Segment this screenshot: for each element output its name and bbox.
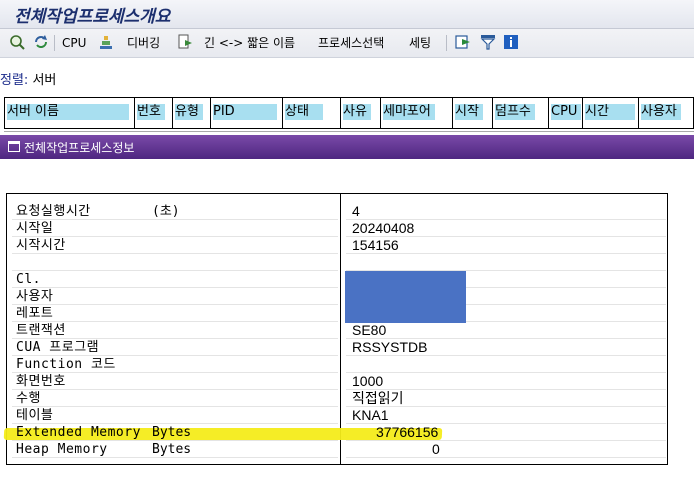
info-label: Extended Memory xyxy=(16,425,141,440)
info-label: CUA 프로그램 xyxy=(16,340,100,355)
popup-title: 전체작업프로세스정보 xyxy=(24,141,135,155)
settings-button[interactable]: 세팅 xyxy=(409,33,431,53)
popup-window-icon xyxy=(8,141,20,152)
column-header[interactable]: 시간 xyxy=(582,98,638,128)
sort-label: 정렬: xyxy=(0,73,29,88)
column-header[interactable]: CPU xyxy=(548,98,582,128)
column-header[interactable]: PID xyxy=(210,98,282,128)
info-label: Heap Memory xyxy=(16,442,108,457)
window-title: 전체작업프로세스개요 xyxy=(14,7,171,27)
process-select-button[interactable]: 프로세스선택 xyxy=(318,33,384,53)
column-header[interactable]: 상태 xyxy=(282,98,340,128)
popup-titlebar[interactable]: 전체작업프로세스정보 xyxy=(0,135,694,159)
column-header[interactable]: 시작 xyxy=(452,98,492,128)
info-label: 시작시간 xyxy=(16,238,66,253)
table-divider xyxy=(4,131,694,132)
sort-row: 정렬: 서버 xyxy=(0,69,56,88)
info-label: 수행 xyxy=(16,391,41,406)
info-value: KNA1 xyxy=(352,407,389,423)
toolbar-separator xyxy=(54,35,55,51)
toolbar: CPU 디버깅 긴 <-> 짧은 이름 프로세스선택 세팅 xyxy=(0,29,694,58)
column-header[interactable]: 번호 xyxy=(134,98,172,128)
info-label: 요청실행시간 xyxy=(16,204,91,219)
info-value: RSSYSTDB xyxy=(352,339,428,355)
info-label: Cl. xyxy=(16,272,41,287)
process-table-header: 서버 이름 번호 유형 PID 상태 사유 세마포어 시작 덤프수 CPU 시간… xyxy=(4,97,694,129)
info-box-divider xyxy=(340,193,341,465)
info-label: 시작일 xyxy=(16,221,54,236)
info-label: 사용자 xyxy=(16,289,54,304)
refresh-icon[interactable] xyxy=(9,34,25,50)
info-value: 20240408 xyxy=(352,220,415,236)
info-value: 154156 xyxy=(352,237,399,253)
info-label: 테이블 xyxy=(16,408,54,423)
info-label: 레포트 xyxy=(16,306,54,321)
toggle-names-button[interactable]: 긴 <-> 짧은 이름 xyxy=(204,33,295,53)
info-unit: (초) xyxy=(152,204,180,219)
info-value: 37766156 xyxy=(376,424,439,440)
info-icon[interactable] xyxy=(503,34,519,50)
info-value: 직접읽기 xyxy=(352,390,404,406)
column-header[interactable]: 유형 xyxy=(172,98,210,128)
info-unit: Bytes xyxy=(152,442,192,457)
filter-icon[interactable] xyxy=(480,34,496,50)
column-header[interactable]: 덤프수 xyxy=(492,98,548,128)
column-header[interactable]: 세마포어 xyxy=(380,98,452,128)
export-icon[interactable] xyxy=(455,34,471,50)
redacted-area xyxy=(345,271,466,323)
reload-icon[interactable] xyxy=(33,34,49,50)
column-header[interactable]: 사용자 xyxy=(638,98,694,128)
info-value: 0 xyxy=(432,441,440,457)
info-label: 트랜잭션 xyxy=(16,323,66,338)
column-header[interactable]: 서버 이름 xyxy=(4,98,134,128)
debug-button[interactable]: 디버깅 xyxy=(127,33,160,53)
info-value: SE80 xyxy=(352,322,387,338)
info-label: Function 코드 xyxy=(16,357,116,372)
info-unit: Bytes xyxy=(152,425,192,440)
cpu-button[interactable]: CPU xyxy=(62,33,86,53)
column-header[interactable]: 사유 xyxy=(340,98,380,128)
info-label: 화면번호 xyxy=(16,374,66,389)
debug-icon[interactable] xyxy=(98,34,114,50)
toolbar-separator xyxy=(446,35,447,51)
info-value: 4 xyxy=(352,203,360,219)
info-value: 1000 xyxy=(352,373,384,389)
toggle-names-icon[interactable] xyxy=(177,34,193,50)
sort-value: 서버 xyxy=(32,73,57,88)
window-titlebar: 전체작업프로세스개요 xyxy=(0,0,694,29)
